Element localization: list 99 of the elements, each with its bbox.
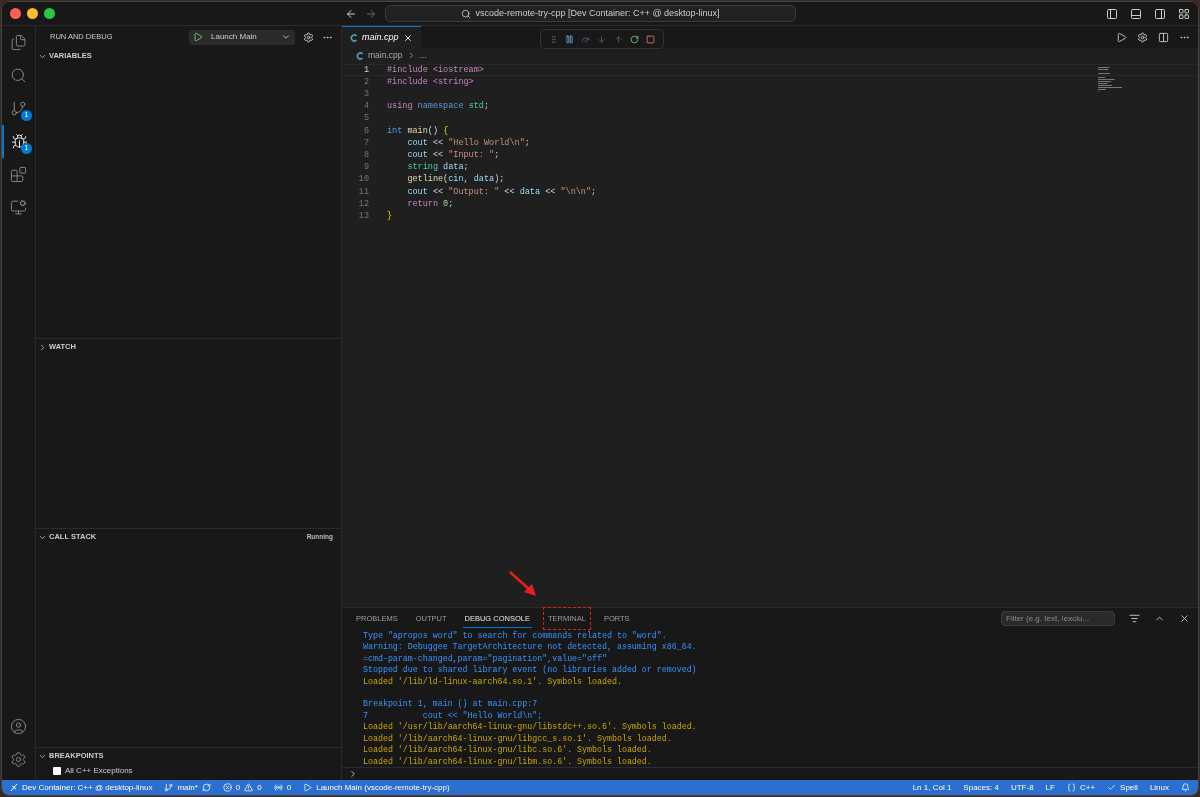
layout-icon[interactable] bbox=[1178, 7, 1190, 20]
filter-list-icon[interactable] bbox=[1129, 613, 1140, 625]
code-line: #include <iostream> bbox=[387, 63, 484, 77]
line-number: 5 bbox=[362, 112, 369, 126]
line-number: 2 bbox=[362, 75, 369, 89]
console-line: =cmd-param-changed,param="pagination",value="off" bbox=[363, 652, 608, 665]
toggle-sidebar-icon[interactable] bbox=[1106, 7, 1118, 20]
drag-handle-icon[interactable] bbox=[548, 34, 558, 44]
files-icon bbox=[10, 34, 27, 51]
monitor-icon bbox=[10, 199, 27, 216]
console-line: Loaded '/lib/ld-linux-aarch64.so.1'. Symbols loaded. bbox=[363, 675, 623, 688]
console-prompt-icon[interactable] bbox=[348, 769, 358, 780]
status-item[interactable]: Spaces: 4 bbox=[963, 781, 999, 794]
console-line: Breakpoint 1, main () at main.cpp:7 bbox=[363, 698, 539, 710]
remote-icon bbox=[10, 783, 18, 792]
run-icon bbox=[303, 783, 313, 792]
annotation-arrow bbox=[507, 570, 538, 599]
status-item[interactable]: Linux bbox=[1149, 781, 1169, 794]
settings-icon[interactable] bbox=[303, 31, 314, 43]
console-line: Warning: Debuggee TargetArchitecture not detected, assuming x86_64. bbox=[363, 641, 698, 653]
branch-icon bbox=[164, 783, 174, 792]
console-line: Loaded '/lib/aarch64-linux-gnu/libgcc_s.so.1'. Symbols loaded. bbox=[363, 732, 673, 745]
play-icon bbox=[193, 32, 203, 42]
toggle-panel-icon[interactable] bbox=[1130, 7, 1142, 20]
console-line: Loaded '/lib/aarch64-linux-gnu/libm.so.6'. Symbols loaded. bbox=[363, 755, 653, 768]
braces-icon bbox=[1066, 783, 1076, 792]
settings-icon[interactable] bbox=[10, 751, 27, 768]
error-icon bbox=[222, 783, 232, 792]
line-number: 10 bbox=[357, 173, 369, 187]
run-icon[interactable] bbox=[1116, 31, 1127, 43]
status-item[interactable]: UTF-8 bbox=[1010, 781, 1034, 794]
branch-icon bbox=[10, 100, 27, 117]
close-window-control[interactable] bbox=[10, 8, 21, 19]
console-line: 7 cout << "Hello World\n"; bbox=[363, 709, 544, 722]
breakpoint-label: All C++ Exceptions bbox=[65, 765, 133, 777]
filter-field[interactable]: Filter (e.g. text, !exclu... bbox=[1001, 611, 1115, 627]
search-icon bbox=[461, 8, 472, 19]
console-line: Loaded '/lib/aarch64-linux-gnu/libc.so.6'. Symbols loaded. bbox=[363, 744, 653, 756]
account-icon[interactable] bbox=[10, 718, 27, 735]
console-line: Type "apropos word" to search for commands related to "word". bbox=[363, 629, 668, 642]
status-item[interactable]: Ln 1, Col 1 bbox=[912, 781, 952, 794]
zoom-window-control[interactable] bbox=[44, 8, 55, 19]
search-icon bbox=[10, 67, 27, 84]
line-number: 13 bbox=[357, 209, 369, 223]
status-item[interactable]: LF bbox=[1045, 781, 1055, 794]
problems-indicator[interactable]: 0 0 bbox=[222, 781, 262, 794]
close-icon[interactable] bbox=[403, 32, 413, 43]
sync-icon bbox=[201, 783, 211, 792]
split-editor-icon[interactable] bbox=[1158, 31, 1169, 43]
notifications-icon[interactable] bbox=[1181, 783, 1190, 792]
console-line: Loaded '/usr/lib/aarch64-linux-gnu/libstdc++.so.6'. Symbols loaded. bbox=[363, 721, 698, 733]
command-center-text: vscode-remote-try-cpp [Dev Container: C++ @ desktop-linux] bbox=[475, 6, 720, 20]
pause-icon[interactable] bbox=[564, 34, 574, 44]
line-number: 9 bbox=[362, 161, 369, 174]
code-line: cout << "Output: " << data << "\n\n"; bbox=[406, 185, 597, 199]
code-line: #include <string> bbox=[387, 75, 474, 89]
restart-icon[interactable] bbox=[630, 34, 640, 44]
close-icon[interactable] bbox=[1179, 613, 1190, 625]
line-number: 6 bbox=[362, 124, 369, 138]
line-number: 3 bbox=[362, 88, 369, 101]
line-number: 1 bbox=[362, 63, 369, 77]
code-line: using namespace std; bbox=[387, 100, 490, 114]
stop-icon[interactable] bbox=[646, 34, 656, 44]
ports-indicator[interactable]: 0 bbox=[273, 781, 292, 794]
check-icon bbox=[1107, 783, 1117, 792]
line-number: 7 bbox=[362, 136, 369, 150]
breadcrumb-item[interactable]: ... bbox=[419, 49, 427, 62]
line-number: 11 bbox=[357, 185, 369, 199]
blocks-icon bbox=[10, 166, 27, 183]
line-number: 4 bbox=[362, 100, 369, 114]
minimap-drawing bbox=[1098, 67, 1122, 92]
warning-icon bbox=[244, 783, 254, 792]
code-line: string data; bbox=[406, 161, 469, 174]
ports-icon bbox=[273, 783, 283, 792]
code-line: cout << "Hello World\n"; bbox=[406, 136, 530, 150]
code-line: int main() { bbox=[387, 124, 449, 138]
breadcrumb-item[interactable]: main.cpp bbox=[368, 49, 403, 62]
back-icon[interactable] bbox=[345, 7, 357, 20]
bug-icon bbox=[11, 133, 28, 150]
branch-indicator[interactable]: main* bbox=[164, 781, 211, 794]
toggle-secondary-sidebar-icon[interactable] bbox=[1154, 7, 1166, 20]
code-line: getline(cin, data); bbox=[406, 173, 505, 187]
settings-icon[interactable] bbox=[1137, 31, 1148, 43]
status-item[interactable]: C++ bbox=[1066, 781, 1096, 794]
chevron-down-icon bbox=[281, 32, 291, 42]
editor-tab[interactable]: main.cpp bbox=[342, 26, 421, 48]
command-center[interactable]: vscode-remote-try-cpp [Dev Container: C++ @ desktop-linux] bbox=[385, 5, 796, 22]
code-line: } bbox=[387, 209, 393, 223]
checkbox[interactable] bbox=[53, 767, 61, 775]
chevron-right-icon bbox=[38, 342, 47, 352]
line-number: 8 bbox=[362, 149, 369, 162]
minimize-window-control[interactable] bbox=[27, 8, 38, 19]
code-line: cout << "Input: "; bbox=[406, 149, 500, 162]
line-number: 12 bbox=[357, 197, 369, 211]
status-item[interactable]: Spell bbox=[1107, 781, 1138, 794]
code-line: return 0; bbox=[406, 197, 454, 211]
launch-indicator[interactable]: Launch Main (vscode-remote-try-cpp) bbox=[303, 781, 450, 794]
launch-configuration-dropdown[interactable]: Launch Main bbox=[189, 29, 295, 45]
console-line: Stopped due to shared library event (no libraries added or removed) bbox=[363, 664, 698, 676]
